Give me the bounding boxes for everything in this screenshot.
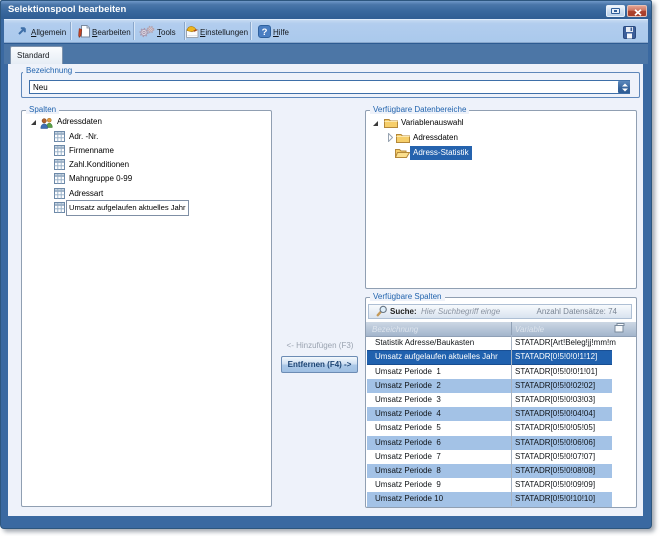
svg-text:?: ? (262, 27, 268, 38)
